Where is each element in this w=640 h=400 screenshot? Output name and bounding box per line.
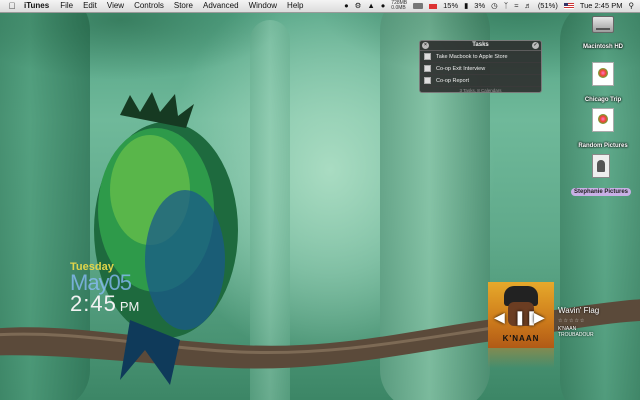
- clock-date: May05: [70, 270, 132, 295]
- track-rating[interactable]: ☆☆☆☆☆: [558, 318, 585, 324]
- bluetooth-icon[interactable]: ᛉ: [504, 0, 509, 12]
- task-item[interactable]: Take Macbook to Apple Store: [420, 51, 541, 63]
- desktop-icon-stephanie-pictures[interactable]: Stephanie Pictures: [566, 154, 636, 198]
- input-flag-icon[interactable]: [563, 3, 574, 9]
- task-label: Co-op Exit Interview: [436, 65, 486, 72]
- clock-widget: Tuesday May05 2:45 PM: [70, 262, 139, 316]
- tasks-widget: × Tasks ✓ Take Macbook to Apple Store Co…: [419, 40, 542, 93]
- menu-edit[interactable]: Edit: [83, 0, 97, 12]
- menu-window[interactable]: Window: [249, 0, 277, 12]
- checkmark-icon[interactable]: ✓: [532, 42, 539, 49]
- spotlight-icon[interactable]: ⚲: [629, 0, 635, 12]
- menu-bar:  iTunes File Edit View Controls Store A…: [0, 0, 640, 13]
- menu-help[interactable]: Help: [287, 0, 303, 12]
- memory-bottom: 0.0MB: [391, 5, 406, 11]
- status-icon-2[interactable]: ⚙: [355, 0, 362, 12]
- tasks-footer: 3 Tasks, 8 Calendars: [459, 88, 502, 93]
- photo-file-icon: [592, 108, 614, 132]
- image-file-icon: [592, 154, 610, 178]
- next-track-icon[interactable]: ▶: [534, 310, 545, 324]
- desktop-icon-label: Chicago Trip: [584, 97, 622, 103]
- cpu-percent[interactable]: 15%: [443, 0, 458, 12]
- photo-file-icon: [592, 62, 614, 86]
- status-icon-3[interactable]: ▲: [367, 0, 374, 12]
- status-icon-1[interactable]: ●: [344, 0, 349, 12]
- previous-track-icon[interactable]: ◀: [494, 310, 505, 324]
- volume-icon[interactable]: ♬: [524, 0, 532, 12]
- clock-ampm: PM: [119, 299, 140, 314]
- menu-clock[interactable]: Tue 2:45 PM: [580, 0, 623, 12]
- clock-time: 2:45: [70, 291, 117, 316]
- menu-app-name[interactable]: iTunes: [24, 0, 49, 12]
- status-menus: ● ⚙ ▲ ● 728MB 0.0MB 15% ▮ 3% ◷ ᛉ ≈ ♬ (51…: [344, 0, 634, 12]
- desktop-icon-chicago-trip[interactable]: Chicago Trip: [568, 62, 638, 106]
- task-checkbox[interactable]: [424, 53, 431, 60]
- activity-bar-icon[interactable]: [413, 3, 424, 9]
- time-machine-icon[interactable]: ◷: [491, 0, 498, 12]
- task-label: Co-op Report: [436, 77, 470, 84]
- desktop-icon-macintosh-hd[interactable]: Macintosh HD: [568, 16, 638, 53]
- menu-controls[interactable]: Controls: [134, 0, 164, 12]
- menu-view[interactable]: View: [107, 0, 124, 12]
- menu-advanced[interactable]: Advanced: [203, 0, 239, 12]
- track-album: TROUBADOUR: [558, 332, 594, 338]
- desktop-icon-label: Random Pictures: [578, 143, 628, 149]
- album-art-text: K'NAAN: [502, 334, 540, 343]
- cpu-history-icon[interactable]: ▮: [464, 0, 468, 12]
- album-art-reflection: [488, 348, 554, 368]
- desktop-icon-random-pictures[interactable]: Random Pictures: [568, 108, 638, 152]
- cpu2-percent[interactable]: 3%: [474, 0, 485, 12]
- task-checkbox[interactable]: [424, 65, 431, 72]
- battery-percent[interactable]: (51%): [538, 0, 558, 12]
- close-icon[interactable]: ×: [422, 42, 429, 49]
- now-playing-widget: K'NAAN ◀ ❚❚ ▶: [488, 282, 554, 348]
- memory-monitor[interactable]: 728MB 0.0MB: [391, 1, 407, 11]
- apple-menu-icon[interactable]: : [5, 0, 19, 12]
- wifi-icon[interactable]: ≈: [514, 0, 518, 12]
- task-item[interactable]: Co-op Report: [420, 75, 541, 87]
- desktop-icon-label: Macintosh HD: [582, 44, 623, 50]
- status-icon-4[interactable]: ●: [381, 0, 386, 12]
- hard-drive-icon: [592, 16, 614, 33]
- task-label: Take Macbook to Apple Store: [436, 53, 508, 60]
- tasks-title: Tasks: [472, 42, 489, 48]
- track-title: Wavin' Flag: [558, 306, 600, 315]
- desktop-icon-label: Stephanie Pictures: [570, 188, 632, 196]
- tasks-title-bar: × Tasks ✓: [420, 41, 541, 51]
- task-item[interactable]: Co-op Exit Interview: [420, 63, 541, 75]
- clock-time-row: 2:45 PM: [70, 293, 139, 316]
- task-checkbox[interactable]: [424, 77, 431, 84]
- network-meter-icon[interactable]: [429, 3, 438, 9]
- menu-file[interactable]: File: [60, 0, 73, 12]
- menu-store[interactable]: Store: [174, 0, 193, 12]
